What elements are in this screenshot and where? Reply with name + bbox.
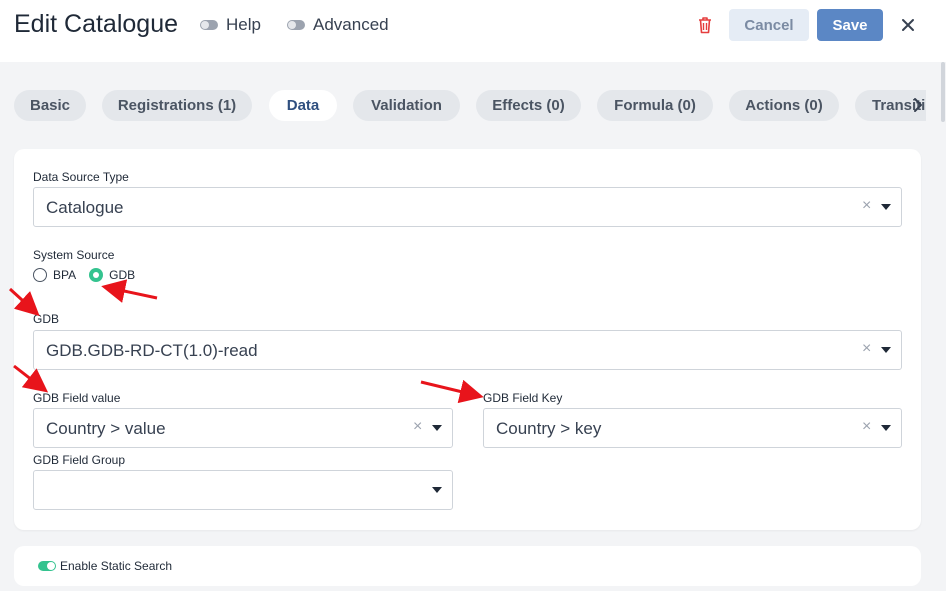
system-source-label: System Source bbox=[33, 248, 115, 262]
data-source-type-value: Catalogue bbox=[46, 198, 124, 217]
tab-actions[interactable]: Actions (0) bbox=[729, 90, 839, 121]
advanced-label: Advanced bbox=[313, 15, 389, 34]
gdb-select[interactable]: GDB.GDB-RD-CT(1.0)-read × bbox=[33, 330, 902, 370]
caret-down-icon[interactable] bbox=[881, 347, 891, 353]
radio-bpa[interactable] bbox=[33, 268, 47, 282]
clear-icon[interactable]: × bbox=[413, 418, 422, 436]
gdb-field-group-label: GDB Field Group bbox=[33, 453, 126, 467]
data-source-type-select[interactable]: Catalogue × bbox=[33, 187, 902, 227]
help-switch[interactable] bbox=[200, 20, 218, 30]
tab-validation[interactable]: Validation bbox=[353, 90, 460, 121]
data-source-type-label: Data Source Type bbox=[33, 170, 129, 184]
advanced-switch[interactable] bbox=[287, 20, 305, 30]
tab-data[interactable]: Data bbox=[269, 90, 337, 121]
radio-gdb-label: GDB bbox=[109, 268, 136, 282]
caret-down-icon[interactable] bbox=[432, 425, 442, 431]
tab-formula[interactable]: Formula (0) bbox=[597, 90, 713, 121]
close-icon[interactable] bbox=[899, 16, 917, 34]
tab-basic[interactable]: Basic bbox=[14, 90, 86, 121]
save-button[interactable]: Save bbox=[817, 9, 883, 41]
gdb-field-key-select[interactable]: Country > key × bbox=[483, 408, 902, 448]
gdb-field-key-label: GDB Field Key bbox=[483, 391, 563, 405]
system-source-radio-group: BPA GDB bbox=[33, 268, 135, 282]
gdb-field-group-select[interactable] bbox=[33, 470, 453, 510]
help-label: Help bbox=[226, 15, 261, 34]
caret-down-icon[interactable] bbox=[881, 204, 891, 210]
tab-registrations[interactable]: Registrations (1) bbox=[102, 90, 252, 121]
gdb-label: GDB bbox=[33, 312, 60, 326]
cancel-button[interactable]: Cancel bbox=[729, 9, 809, 41]
gdb-field-value-select[interactable]: Country > value × bbox=[33, 408, 453, 448]
help-toggle[interactable]: Help bbox=[200, 15, 261, 35]
clear-icon[interactable]: × bbox=[862, 340, 871, 358]
static-search-toggle[interactable] bbox=[38, 561, 56, 571]
tab-bar: Basic Registrations (1) Data Validation … bbox=[14, 90, 926, 122]
gdb-field-value-value: Country > value bbox=[46, 419, 166, 438]
tab-effects[interactable]: Effects (0) bbox=[476, 90, 581, 121]
gdb-value: GDB.GDB-RD-CT(1.0)-read bbox=[46, 341, 258, 360]
radio-gdb[interactable] bbox=[89, 268, 104, 282]
scrollbar-track[interactable] bbox=[940, 62, 946, 591]
trash-icon[interactable] bbox=[697, 16, 713, 34]
clear-icon[interactable]: × bbox=[862, 418, 871, 436]
caret-down-icon[interactable] bbox=[881, 425, 891, 431]
clear-icon[interactable]: × bbox=[862, 197, 871, 215]
gdb-field-key-value: Country > key bbox=[496, 419, 602, 438]
static-search-label: Enable Static Search bbox=[60, 559, 173, 573]
caret-down-icon[interactable] bbox=[432, 487, 442, 493]
chevron-right-icon[interactable] bbox=[911, 96, 925, 114]
modal-header: Edit Catalogue Help Advanced Cancel Save bbox=[0, 0, 946, 62]
gdb-field-value-label: GDB Field value bbox=[33, 391, 121, 405]
advanced-toggle[interactable]: Advanced bbox=[287, 15, 389, 35]
page-title: Edit Catalogue bbox=[14, 10, 179, 38]
radio-bpa-label: BPA bbox=[53, 268, 77, 282]
scrollbar-thumb[interactable] bbox=[941, 62, 945, 122]
